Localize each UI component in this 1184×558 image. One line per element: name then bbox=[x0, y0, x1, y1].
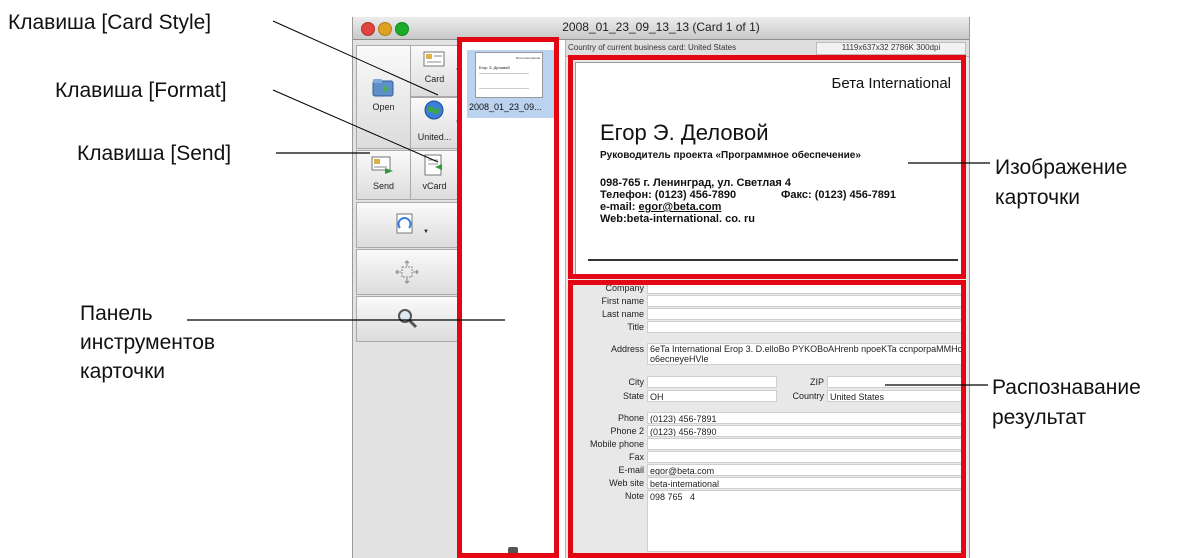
send-button[interactable]: Send bbox=[356, 150, 411, 200]
format-button[interactable]: United... ▼ bbox=[410, 97, 461, 149]
zoom-button[interactable] bbox=[356, 296, 459, 342]
magnifier-icon bbox=[398, 309, 418, 329]
crop-move-icon bbox=[395, 260, 419, 284]
callout-format: Клавиша [Format] bbox=[55, 79, 227, 102]
open-folder-icon bbox=[372, 79, 394, 97]
callout-card-style: Клавиша [Card Style] bbox=[8, 11, 212, 34]
crop-button[interactable] bbox=[356, 249, 459, 295]
result-highlight-frame bbox=[568, 280, 966, 558]
callout-toolbar-line1: Панель bbox=[80, 302, 153, 325]
card-image-highlight-frame bbox=[568, 55, 966, 279]
vcard-label: vCard bbox=[422, 181, 447, 191]
format-label: United... bbox=[417, 132, 452, 142]
callout-toolbar-line2: инструментов bbox=[80, 331, 216, 354]
callout-result-line2: результат bbox=[992, 406, 1087, 429]
send-label: Send bbox=[372, 181, 395, 191]
toolbar-highlight-frame bbox=[457, 37, 559, 558]
open-button[interactable]: Open bbox=[356, 45, 411, 149]
callout-result-line1: Распознавание bbox=[992, 376, 1141, 399]
card-toolbar: Open Card ▼ United... ▼ Send vCard ▼ bbox=[353, 40, 461, 558]
open-label: Open bbox=[372, 102, 395, 112]
vcard-button[interactable]: vCard bbox=[410, 150, 459, 200]
send-card-icon bbox=[371, 156, 393, 174]
rotate-button[interactable]: ▼ bbox=[356, 202, 459, 248]
image-resolution-text: 1119x637x32 2786K 300dpi bbox=[816, 42, 966, 55]
callout-toolbar-line3: карточки bbox=[80, 360, 166, 383]
current-country-text: Country of current business card: United… bbox=[568, 43, 737, 52]
title-bar: 2008_01_23_09_13_13 (Card 1 of 1) bbox=[353, 17, 969, 40]
card-style-label: Card bbox=[424, 74, 445, 84]
globe-icon bbox=[424, 100, 444, 120]
rotate-dropdown-arrow-icon: ▼ bbox=[423, 229, 429, 235]
callout-image-line1: Изображение bbox=[995, 156, 1128, 179]
callout-image-line2: карточки bbox=[995, 186, 1081, 209]
card-style-button[interactable]: Card ▼ bbox=[410, 45, 461, 97]
callout-send: Клавиша [Send] bbox=[77, 142, 232, 165]
rotate-card-icon bbox=[396, 213, 413, 234]
card-icon bbox=[423, 51, 445, 67]
window-title: 2008_01_23_09_13_13 (Card 1 of 1) bbox=[562, 20, 760, 34]
vcard-icon bbox=[424, 154, 442, 176]
